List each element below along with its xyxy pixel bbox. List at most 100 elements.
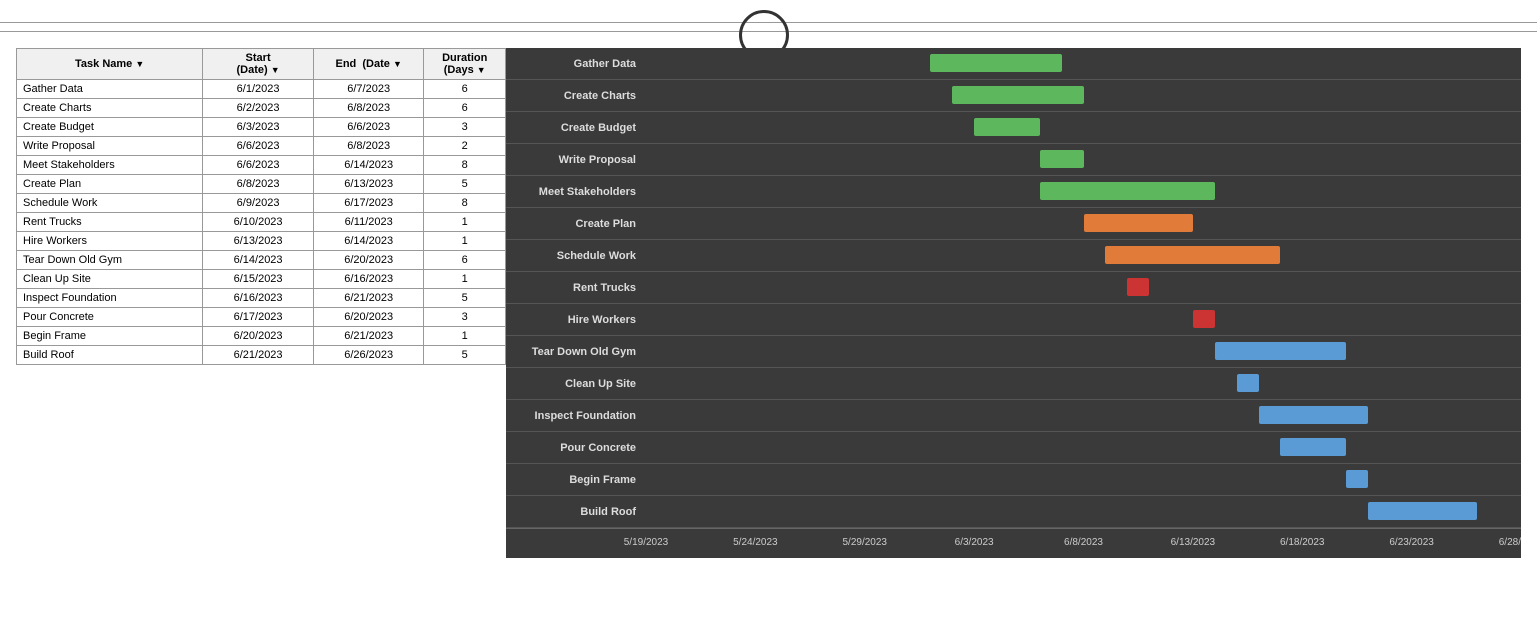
table-row: Hire Workers 6/13/2023 6/14/2023 1 (17, 232, 506, 251)
gantt-bar-area-11 (646, 400, 1521, 431)
task-start: 6/20/2023 (203, 327, 314, 346)
gantt-row: Gather Data (506, 48, 1521, 80)
date-tick: 5/19/2023 (624, 537, 669, 548)
gantt-row: Tear Down Old Gym (506, 336, 1521, 368)
gantt-bar (1084, 214, 1193, 232)
gantt-bar (1346, 470, 1368, 488)
gantt-label: Write Proposal (506, 154, 646, 166)
gantt-bar-area-1 (646, 80, 1521, 111)
gantt-row: Build Roof (506, 496, 1521, 528)
date-tick: 6/8/2023 (1064, 537, 1103, 548)
task-end: 6/17/2023 (313, 194, 424, 213)
gantt-row: Meet Stakeholders (506, 176, 1521, 208)
filter-icon-end[interactable]: ▼ (393, 59, 402, 69)
task-dur: 8 (424, 194, 506, 213)
gantt-bar-area-12 (646, 432, 1521, 463)
gantt-bar-area-0 (646, 48, 1521, 79)
col-header-end: End (Date ▼ (313, 49, 424, 80)
gantt-bar-area-10 (646, 368, 1521, 399)
gantt-bar (1259, 406, 1368, 424)
gantt-bar (1040, 150, 1084, 168)
task-end: 6/21/2023 (313, 289, 424, 308)
gantt-label: Create Charts (506, 90, 646, 102)
gantt-label: Schedule Work (506, 250, 646, 262)
task-name: Begin Frame (17, 327, 203, 346)
task-start: 6/13/2023 (203, 232, 314, 251)
gantt-bar-area-14 (646, 496, 1521, 527)
task-dur: 2 (424, 137, 506, 156)
task-dur: 6 (424, 99, 506, 118)
task-dur: 6 (424, 80, 506, 99)
task-name: Rent Trucks (17, 213, 203, 232)
gantt-label: Create Plan (506, 218, 646, 230)
gantt-row: Begin Frame (506, 464, 1521, 496)
task-dur: 1 (424, 270, 506, 289)
date-tick: 6/3/2023 (955, 537, 994, 548)
gantt-bar (1127, 278, 1149, 296)
table-row: Create Plan 6/8/2023 6/13/2023 5 (17, 175, 506, 194)
task-name: Meet Stakeholders (17, 156, 203, 175)
gantt-label: Inspect Foundation (506, 410, 646, 422)
task-start: 6/10/2023 (203, 213, 314, 232)
gantt-bar-area-3 (646, 144, 1521, 175)
date-tick: 6/13/2023 (1171, 537, 1216, 548)
gantt-chart: Gather Data Create Charts Create Budget … (506, 48, 1521, 558)
gantt-row: Pour Concrete (506, 432, 1521, 464)
task-end: 6/20/2023 (313, 251, 424, 270)
col-header-start: Start(Date) ▼ (203, 49, 314, 80)
task-name: Create Plan (17, 175, 203, 194)
task-name: Tear Down Old Gym (17, 251, 203, 270)
gantt-label: Build Roof (506, 506, 646, 518)
gantt-row: Inspect Foundation (506, 400, 1521, 432)
task-start: 6/16/2023 (203, 289, 314, 308)
gantt-label: Create Budget (506, 122, 646, 134)
gantt-label: Rent Trucks (506, 282, 646, 294)
gantt-bar (974, 118, 1040, 136)
task-table: Task Name ▼ Start(Date) ▼ End (Date ▼ Du… (16, 48, 506, 558)
table-row: Gather Data 6/1/2023 6/7/2023 6 (17, 80, 506, 99)
gantt-bar (930, 54, 1061, 72)
table-row: Create Budget 6/3/2023 6/6/2023 3 (17, 118, 506, 137)
filter-icon-dur[interactable]: ▼ (477, 65, 486, 75)
task-start: 6/14/2023 (203, 251, 314, 270)
filter-icon-start[interactable]: ▼ (271, 65, 280, 75)
gantt-bar (1237, 374, 1259, 392)
date-ticks: 5/19/20235/24/20235/29/20236/3/20236/8/2… (646, 529, 1521, 558)
task-end: 6/14/2023 (313, 156, 424, 175)
task-end: 6/20/2023 (313, 308, 424, 327)
task-start: 6/9/2023 (203, 194, 314, 213)
task-dur: 5 (424, 346, 506, 365)
task-name: Schedule Work (17, 194, 203, 213)
gantt-label: Meet Stakeholders (506, 186, 646, 198)
gantt-bar-area-5 (646, 208, 1521, 239)
date-tick: 5/24/2023 (733, 537, 778, 548)
gantt-label: Pour Concrete (506, 442, 646, 454)
gantt-row: Create Plan (506, 208, 1521, 240)
filter-icon-task[interactable]: ▼ (135, 59, 144, 69)
gantt-row: Schedule Work (506, 240, 1521, 272)
table-row: Schedule Work 6/9/2023 6/17/2023 8 (17, 194, 506, 213)
date-tick: 6/23/2023 (1389, 537, 1434, 548)
task-start: 6/3/2023 (203, 118, 314, 137)
task-end: 6/6/2023 (313, 118, 424, 137)
task-start: 6/1/2023 (203, 80, 314, 99)
task-name: Pour Concrete (17, 308, 203, 327)
gantt-row: Create Budget (506, 112, 1521, 144)
task-start: 6/17/2023 (203, 308, 314, 327)
table-row: Meet Stakeholders 6/6/2023 6/14/2023 8 (17, 156, 506, 175)
task-start: 6/2/2023 (203, 99, 314, 118)
task-end: 6/16/2023 (313, 270, 424, 289)
table-row: Rent Trucks 6/10/2023 6/11/2023 1 (17, 213, 506, 232)
task-start: 6/6/2023 (203, 137, 314, 156)
gantt-bar-area-7 (646, 272, 1521, 303)
task-name: Write Proposal (17, 137, 203, 156)
gantt-bar-area-13 (646, 464, 1521, 495)
task-end: 6/26/2023 (313, 346, 424, 365)
task-name: Inspect Foundation (17, 289, 203, 308)
task-dur: 5 (424, 175, 506, 194)
gantt-row: Write Proposal (506, 144, 1521, 176)
task-name: Build Roof (17, 346, 203, 365)
task-dur: 8 (424, 156, 506, 175)
task-dur: 3 (424, 308, 506, 327)
task-end: 6/8/2023 (313, 99, 424, 118)
